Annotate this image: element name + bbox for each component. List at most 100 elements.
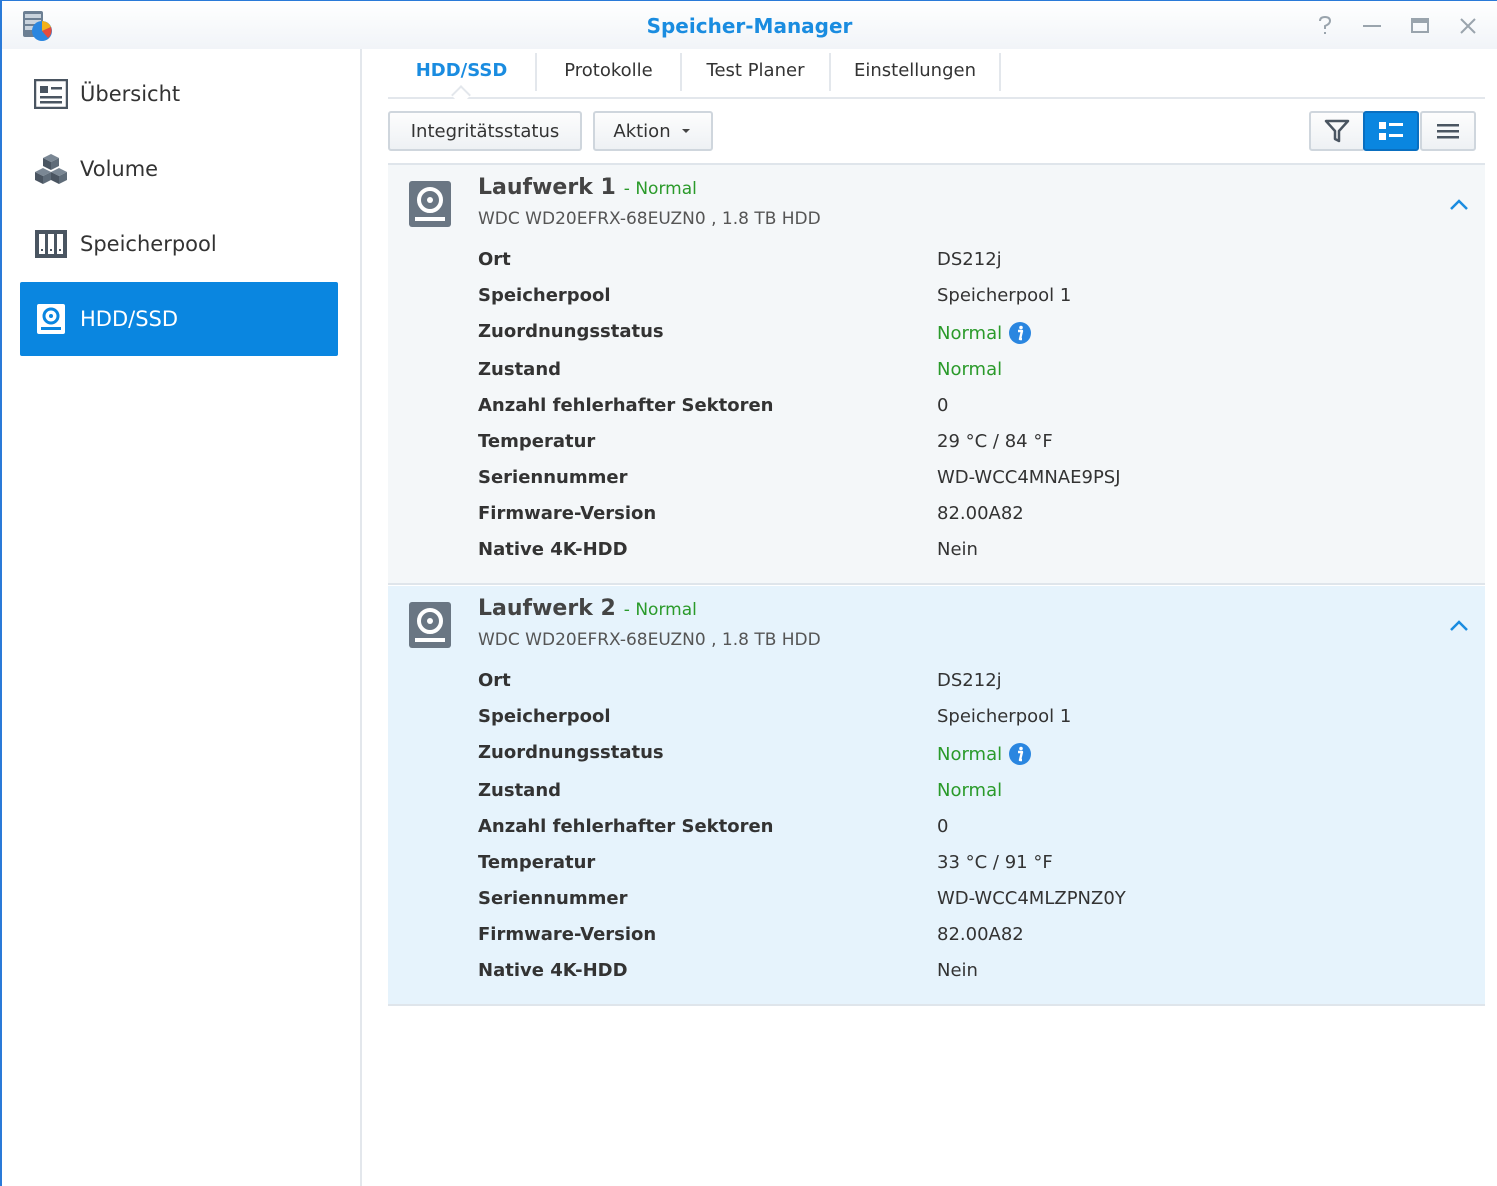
detail-row: Seriennummer WD-WCC4MLZPNZ0Y: [478, 888, 1438, 924]
minimize-button[interactable]: [1357, 11, 1387, 41]
title-bar[interactable]: Speicher-Manager: [2, 1, 1497, 49]
detail-label: Temperatur: [478, 431, 596, 452]
detail-row: Zustand Normal: [478, 780, 1438, 816]
detail-row: Speicherpool Speicherpool 1: [478, 706, 1438, 742]
detail-label: Anzahl fehlerhafter Sektoren: [478, 816, 774, 837]
info-icon[interactable]: [1008, 742, 1032, 766]
detail-value: WD-WCC4MNAE9PSJ: [937, 467, 1121, 488]
detail-row: Ort DS212j: [478, 249, 1438, 285]
sidebar-item-label: HDD/SSD: [80, 307, 179, 331]
hdd-icon: [409, 181, 451, 227]
sidebar: Übersicht Volume Speicherpool HDD/SSD: [2, 49, 362, 1186]
detail-view-button[interactable]: [1363, 111, 1419, 151]
sidebar-item-storage-pool[interactable]: Speicherpool: [20, 207, 338, 281]
detail-label: Ort: [478, 249, 511, 270]
detail-row: Zuordnungsstatus Normal: [478, 742, 1438, 778]
detail-value: DS212j: [937, 670, 1002, 691]
detail-value-wrapper: Normal: [937, 742, 1032, 766]
tab-protokolle[interactable]: Protokolle: [537, 53, 682, 91]
detail-row: Native 4K-HDD Nein: [478, 539, 1438, 575]
drive-model: WDC WD20EFRX-68EUZN0 , 1.8 TB HDD: [478, 209, 821, 229]
chevron-up-icon[interactable]: [1447, 195, 1471, 215]
detail-value: Nein: [937, 539, 978, 560]
detail-row: Temperatur 29 °C / 84 °F: [478, 431, 1438, 467]
detail-value: Speicherpool 1: [937, 285, 1072, 306]
detail-label: Ort: [478, 670, 511, 691]
tab-einstellungen[interactable]: Einstellungen: [831, 53, 1001, 91]
health-status-label: Integritätsstatus: [410, 120, 560, 142]
help-icon: [1319, 15, 1332, 34]
detail-row: Ort DS212j: [478, 670, 1438, 706]
drive-list: Laufwerk 1 - Normal WDC WD20EFRX-68EUZN0…: [388, 163, 1485, 1186]
detail-label: Speicherpool: [478, 706, 611, 727]
drive-status: - Normal: [623, 600, 697, 620]
sidebar-item-hdd-ssd[interactable]: HDD/SSD: [20, 282, 338, 356]
detail-label: Anzahl fehlerhafter Sektoren: [478, 395, 774, 416]
volume-cubes-icon: [34, 152, 68, 186]
maximize-button[interactable]: [1405, 11, 1435, 41]
detail-label: Seriennummer: [478, 467, 628, 488]
detail-label: Seriennummer: [478, 888, 628, 909]
detail-value: DS212j: [937, 249, 1002, 270]
close-button[interactable]: [1453, 11, 1483, 41]
sidebar-item-label: Volume: [80, 157, 159, 181]
tab-test-planer[interactable]: Test Planer: [682, 53, 831, 91]
chevron-up-icon[interactable]: [1447, 616, 1471, 636]
action-label: Aktion: [613, 120, 671, 142]
detail-row: Anzahl fehlerhafter Sektoren 0: [478, 395, 1438, 431]
drive-title: Laufwerk 2 - Normal: [478, 596, 697, 621]
detail-row: Anzahl fehlerhafter Sektoren 0: [478, 816, 1438, 852]
drive-card-2[interactable]: Laufwerk 2 - Normal WDC WD20EFRX-68EUZN0…: [388, 586, 1485, 1006]
detail-label: Zustand: [478, 780, 562, 801]
detail-row: Zuordnungsstatus Normal: [478, 321, 1438, 357]
detail-label: Zustand: [478, 359, 562, 380]
drive-title: Laufwerk 1 - Normal: [478, 175, 697, 200]
hdd-icon: [409, 602, 451, 648]
detail-value: 82.00A82: [937, 924, 1024, 945]
hdd-icon: [34, 302, 68, 336]
action-dropdown-button[interactable]: Aktion: [593, 111, 713, 151]
app-window: Speicher-Manager Übersicht Volume Speich…: [0, 0, 1497, 1186]
detail-value: 82.00A82: [937, 503, 1024, 524]
detail-list-icon: [1379, 122, 1403, 140]
window-title: Speicher-Manager: [646, 14, 853, 38]
detail-value: 33 °C / 91 °F: [937, 852, 1053, 873]
detail-value: WD-WCC4MLZPNZ0Y: [937, 888, 1126, 909]
info-icon[interactable]: [1008, 321, 1032, 345]
detail-value: Normal: [937, 359, 1003, 380]
tab-hdd-ssd[interactable]: HDD/SSD: [388, 53, 537, 91]
maximize-icon: [1411, 18, 1429, 33]
sidebar-item-label: Übersicht: [80, 82, 181, 106]
help-button[interactable]: [1310, 11, 1340, 41]
drive-name: Laufwerk 2: [478, 596, 616, 621]
sidebar-item-volume[interactable]: Volume: [20, 132, 338, 206]
detail-row: Temperatur 33 °C / 91 °F: [478, 852, 1438, 888]
detail-row: Firmware-Version 82.00A82: [478, 924, 1438, 960]
filter-button[interactable]: [1309, 111, 1365, 151]
detail-row: Firmware-Version 82.00A82: [478, 503, 1438, 539]
list-icon: [1437, 124, 1459, 139]
detail-label: Temperatur: [478, 852, 596, 873]
sidebar-item-overview[interactable]: Übersicht: [20, 57, 338, 131]
filter-icon: [1324, 119, 1350, 143]
detail-value: Speicherpool 1: [937, 706, 1072, 727]
detail-value: 29 °C / 84 °F: [937, 431, 1053, 452]
detail-value: 0: [937, 395, 949, 416]
detail-row: Seriennummer WD-WCC4MNAE9PSJ: [478, 467, 1438, 503]
caret-down-icon: [681, 129, 690, 133]
drive-model: WDC WD20EFRX-68EUZN0 , 1.8 TB HDD: [478, 630, 821, 650]
detail-label: Firmware-Version: [478, 503, 657, 524]
detail-row: Speicherpool Speicherpool 1: [478, 285, 1438, 321]
detail-label: Zuordnungsstatus: [478, 742, 664, 763]
close-icon: [1460, 18, 1476, 34]
sidebar-item-label: Speicherpool: [80, 232, 217, 256]
health-status-button[interactable]: Integritätsstatus: [388, 111, 582, 151]
detail-row: Native 4K-HDD Nein: [478, 960, 1438, 996]
detail-value: Nein: [937, 960, 978, 981]
drive-card-1[interactable]: Laufwerk 1 - Normal WDC WD20EFRX-68EUZN0…: [388, 165, 1485, 585]
detail-value: Normal: [937, 322, 1003, 344]
list-view-button[interactable]: [1420, 111, 1476, 151]
detail-label: Zuordnungsstatus: [478, 321, 664, 342]
detail-value: Normal: [937, 780, 1003, 801]
detail-label: Native 4K-HDD: [478, 539, 628, 560]
